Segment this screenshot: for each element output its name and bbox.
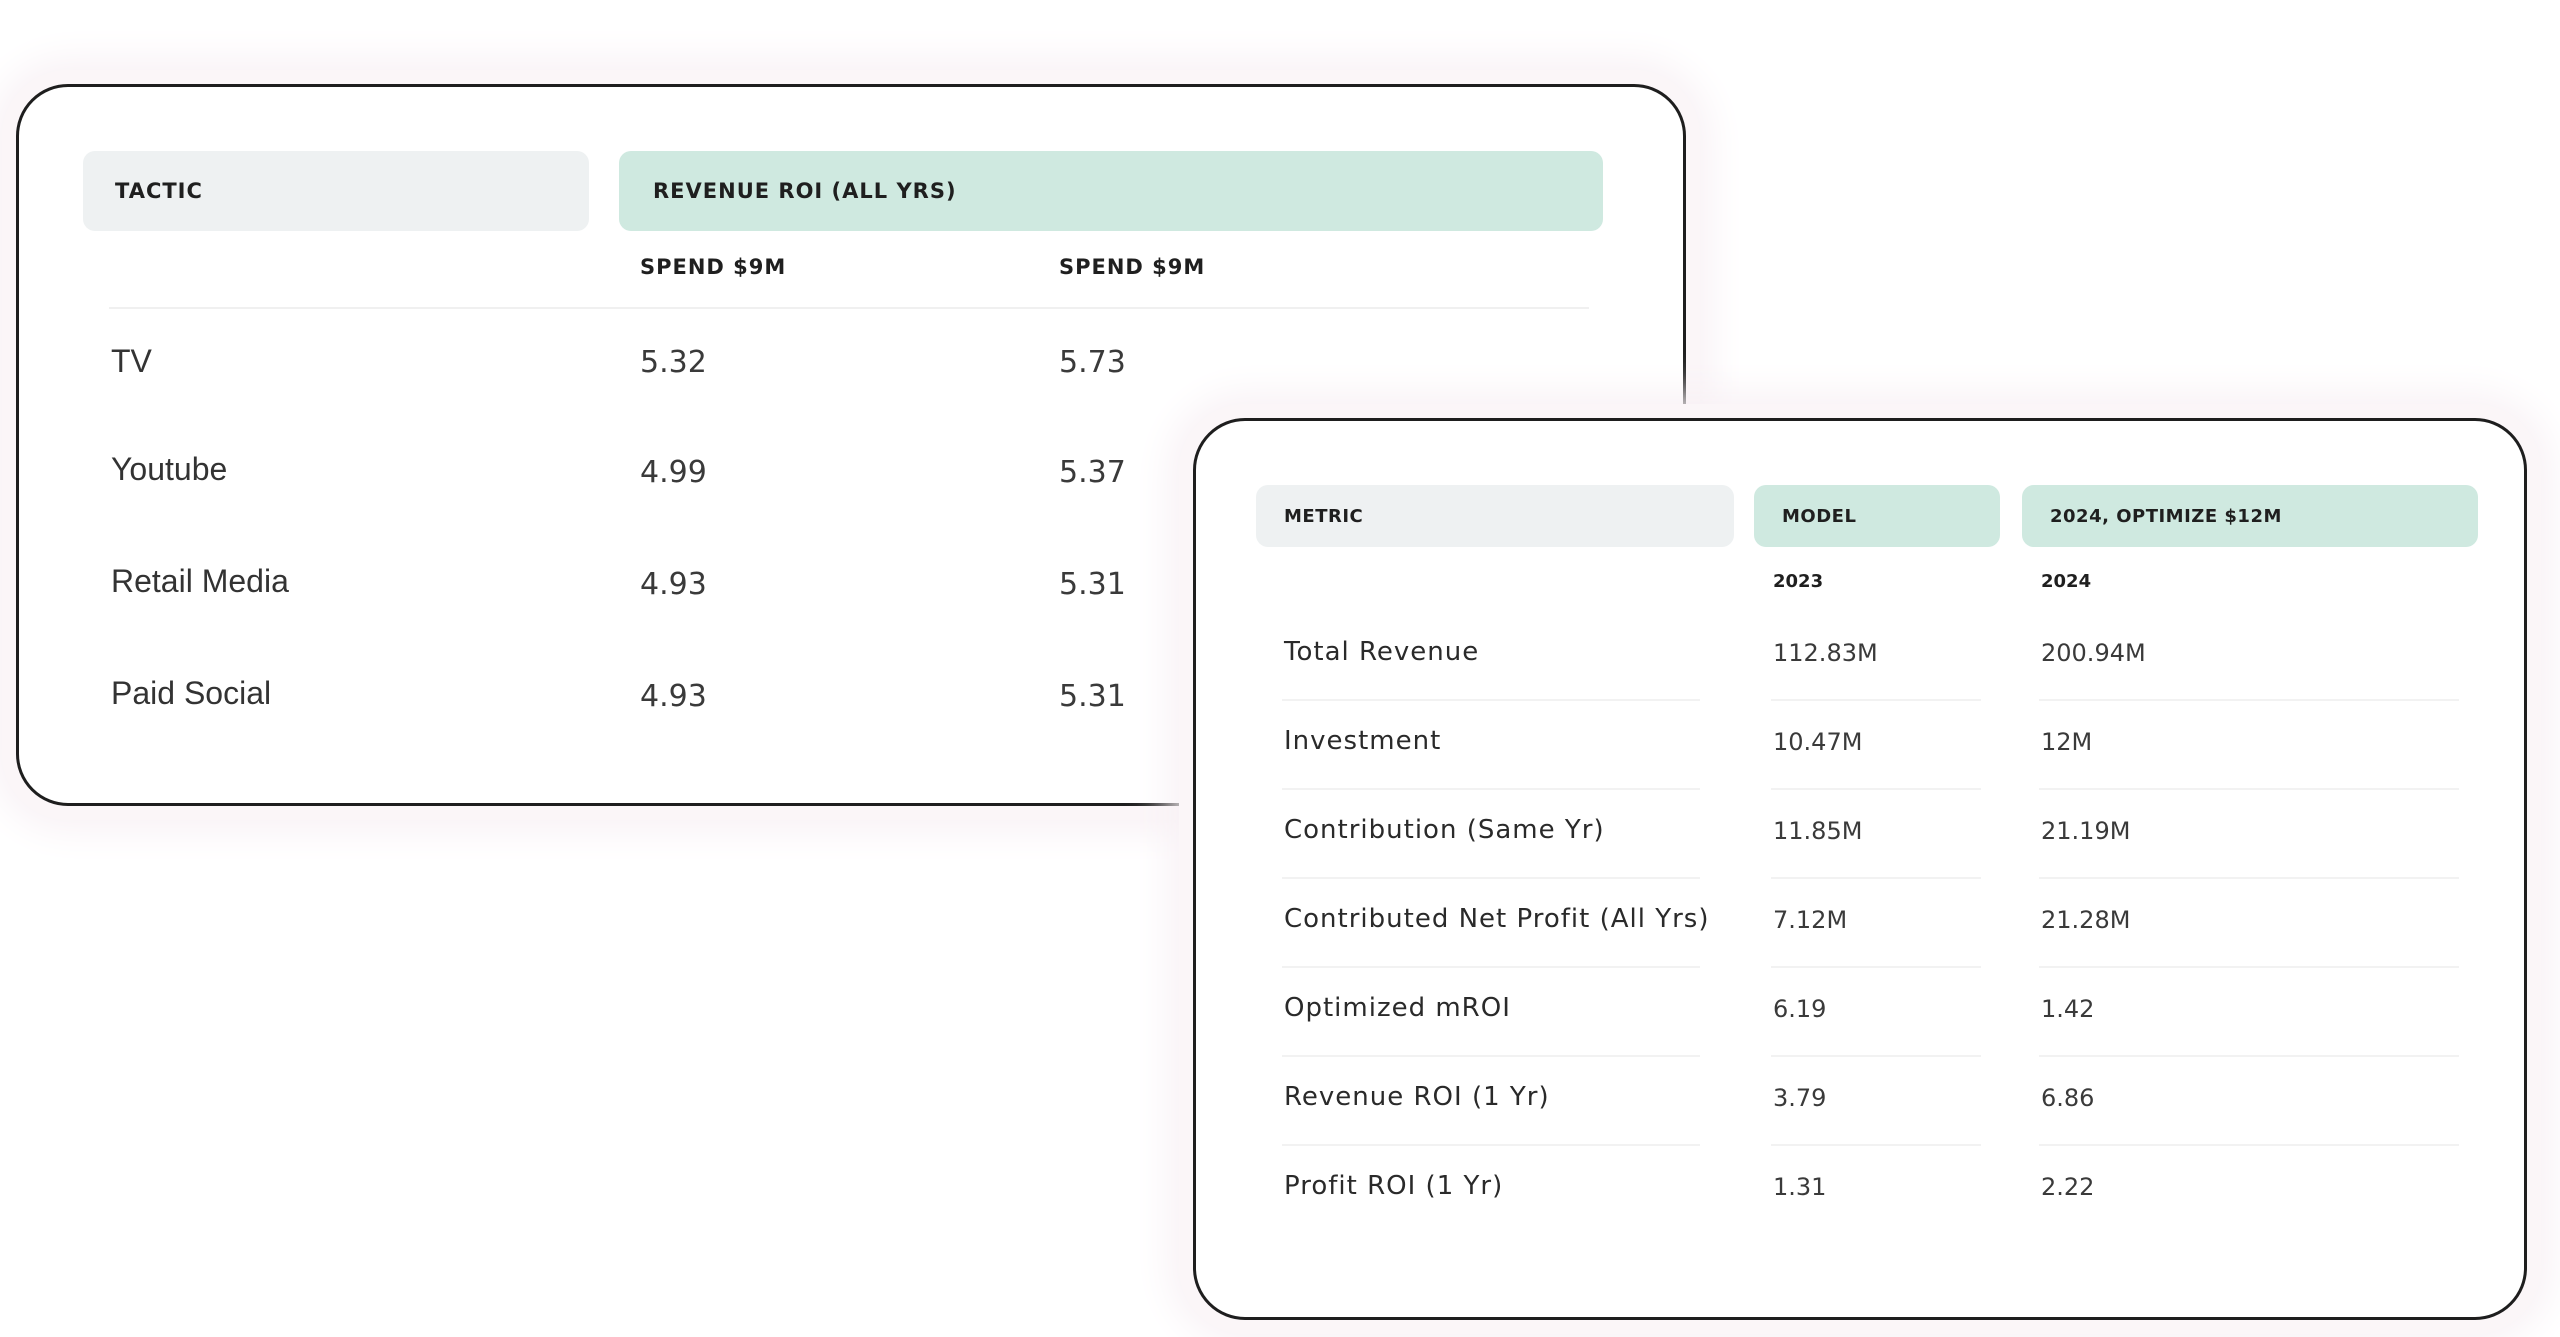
metric-name: Contribution (Same Yr) xyxy=(1284,815,1605,845)
tactic-header-label: TACTIC xyxy=(115,179,203,203)
tactic-name: TV xyxy=(111,343,152,379)
table-row: Optimized mROI 6.19 1.42 xyxy=(1196,967,2524,1057)
metric-value-2023: 3.79 xyxy=(1773,1084,1827,1112)
header-divider xyxy=(109,307,1589,309)
roi-value-2: 5.73 xyxy=(1059,345,1126,380)
model-header-label: MODEL xyxy=(1782,505,1857,527)
roi-value-1: 5.32 xyxy=(640,345,707,380)
roi-value-2: 5.31 xyxy=(1059,679,1126,714)
table-row: Total Revenue 112.83M 200.94M xyxy=(1196,611,2524,701)
roi-value-1: 4.93 xyxy=(640,679,707,714)
table-row: Investment 10.47M 12M xyxy=(1196,700,2524,790)
year-subheader-2023: 2023 xyxy=(1773,571,1824,592)
metric-value-2024: 6.86 xyxy=(2041,1084,2095,1112)
optimize-header-label: 2024, OPTIMIZE $12M xyxy=(2050,505,2282,527)
roi-value-1: 4.93 xyxy=(640,567,707,602)
metric-value-2024: 1.42 xyxy=(2041,995,2095,1023)
metric-value-2023: 1.31 xyxy=(1773,1173,1827,1201)
table-row: Revenue ROI (1 Yr) 3.79 6.86 xyxy=(1196,1056,2524,1146)
metric-value-2024: 200.94M xyxy=(2041,639,2146,667)
metric-value-2023: 7.12M xyxy=(1773,906,1848,934)
metric-name: Profit ROI (1 Yr) xyxy=(1284,1171,1504,1201)
table-row: Profit ROI (1 Yr) 1.31 2.22 xyxy=(1196,1145,2524,1234)
roi-value-2: 5.31 xyxy=(1059,567,1126,602)
spend-subheader-1: SPEND $9M xyxy=(640,255,787,279)
year-subheader-2024: 2024 xyxy=(2041,571,2092,592)
metric-value-2024: 21.19M xyxy=(2041,817,2131,845)
metrics-card: METRIC MODEL 2024, OPTIMIZE $12M 2023 20… xyxy=(1193,418,2527,1320)
tactic-name: Retail Media xyxy=(111,563,289,599)
table-row: Contribution (Same Yr) 11.85M 21.19M xyxy=(1196,789,2524,879)
roi-value-2: 5.37 xyxy=(1059,455,1126,490)
metric-name: Contributed Net Profit (All Yrs) xyxy=(1284,904,1710,934)
table-row: Contributed Net Profit (All Yrs) 7.12M 2… xyxy=(1196,878,2524,968)
metric-value-2024: 21.28M xyxy=(2041,906,2131,934)
metric-column-header: METRIC xyxy=(1256,485,1734,547)
metric-header-label: METRIC xyxy=(1284,505,1364,527)
metric-name: Investment xyxy=(1284,726,1442,756)
metric-value-2024: 12M xyxy=(2041,728,2093,756)
spend-subheader-2: SPEND $9M xyxy=(1059,255,1206,279)
metric-value-2023: 11.85M xyxy=(1773,817,1863,845)
roi-value-1: 4.99 xyxy=(640,455,707,490)
tactic-name: Youtube xyxy=(111,451,228,487)
optimize-column-header: 2024, OPTIMIZE $12M xyxy=(2022,485,2478,547)
metric-value-2023: 6.19 xyxy=(1773,995,1827,1023)
canvas: TACTIC REVENUE ROI (ALL YRS) SPEND $9M S… xyxy=(0,0,2560,1337)
metric-value-2023: 10.47M xyxy=(1773,728,1863,756)
revenue-roi-column-header: REVENUE ROI (ALL YRS) xyxy=(619,151,1603,231)
metric-name: Revenue ROI (1 Yr) xyxy=(1284,1082,1550,1112)
metric-value-2023: 112.83M xyxy=(1773,639,1878,667)
revenue-roi-header-label: REVENUE ROI (ALL YRS) xyxy=(653,179,957,203)
metric-name: Total Revenue xyxy=(1284,637,1480,667)
tactic-column-header: TACTIC xyxy=(83,151,589,231)
metric-name: Optimized mROI xyxy=(1284,993,1511,1023)
model-column-header: MODEL xyxy=(1754,485,2000,547)
table-row: TV 5.32 5.73 xyxy=(19,343,1683,403)
tactic-name: Paid Social xyxy=(111,675,272,711)
metric-value-2024: 2.22 xyxy=(2041,1173,2095,1201)
